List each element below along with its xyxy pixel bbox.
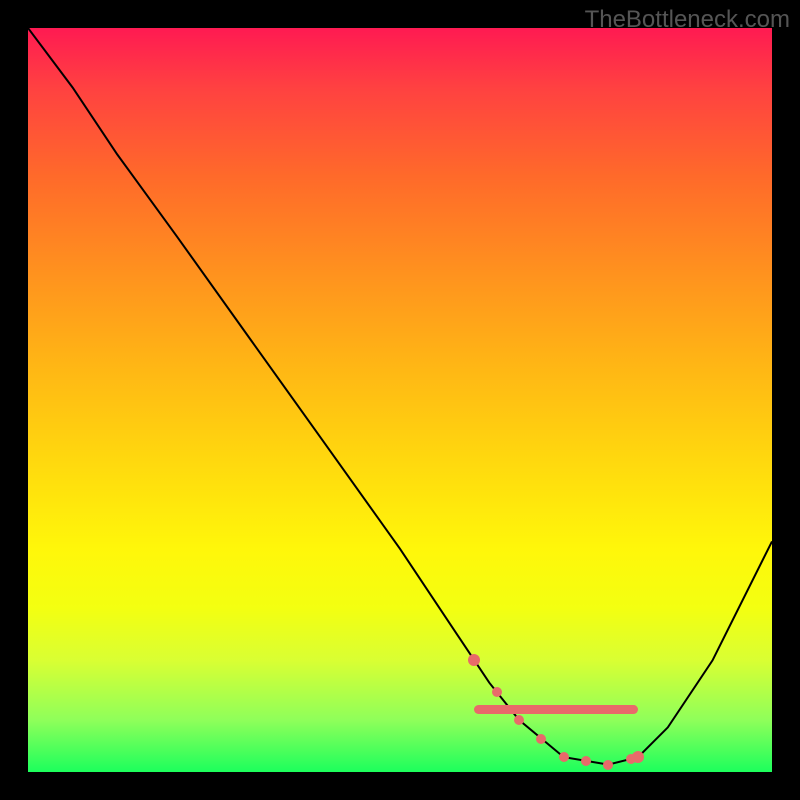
curve-svg xyxy=(28,28,772,772)
bottleneck-curve-path xyxy=(28,28,772,765)
chart-frame: TheBottleneck.com xyxy=(0,0,800,800)
optimal-marker xyxy=(536,734,546,744)
optimal-marker xyxy=(559,752,569,762)
optimal-marker xyxy=(514,715,524,725)
watermark-text: TheBottleneck.com xyxy=(585,6,790,34)
optimal-range-bar xyxy=(474,705,638,714)
optimal-marker xyxy=(492,687,502,697)
optimal-marker xyxy=(581,756,591,766)
optimal-marker xyxy=(603,760,613,770)
plot-area xyxy=(28,28,772,772)
